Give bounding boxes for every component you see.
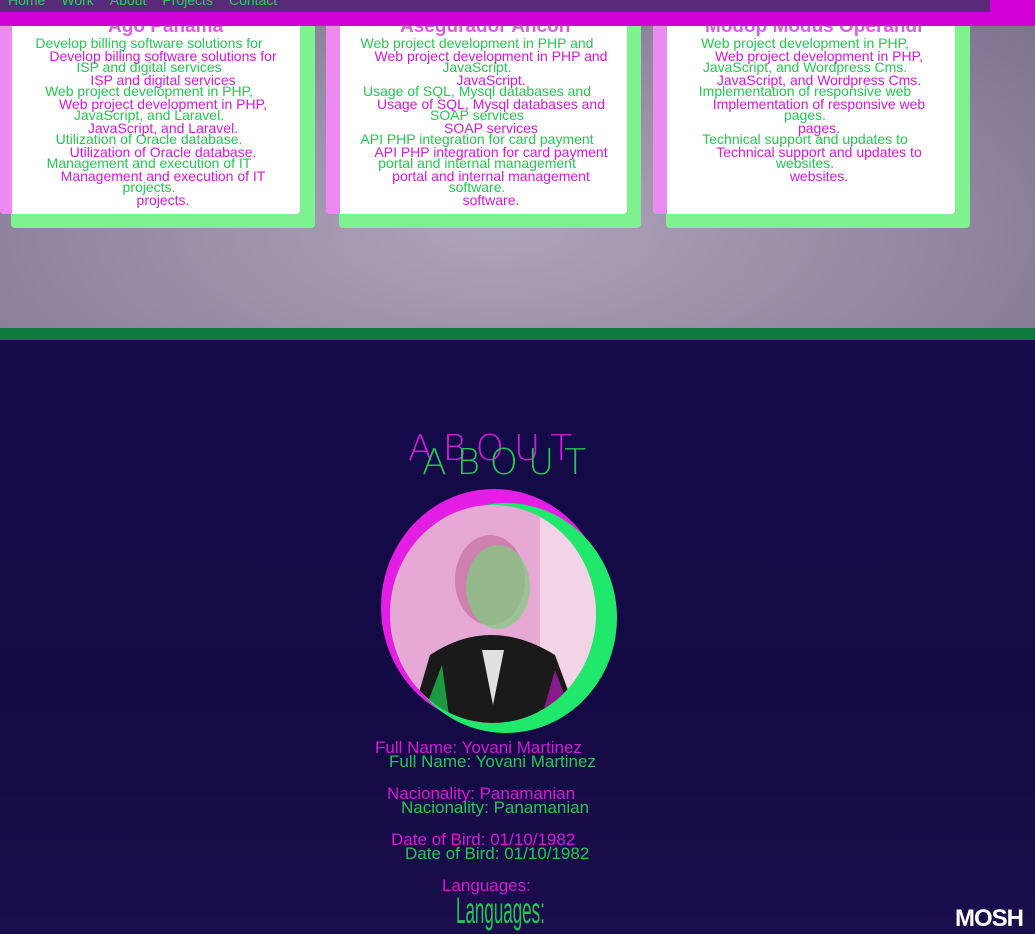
card-description-ghost: Web project development in PHP, JavaScri…	[682, 48, 956, 194]
nav-link-work[interactable]: Work	[61, 0, 93, 8]
card-ghost-overlay	[326, 14, 340, 214]
card-description-ghost: Web project development in PHP and JavaS…	[354, 48, 628, 218]
navbar: Home Work About Projects Contact	[0, 0, 1035, 26]
desc-line: pages.	[797, 120, 841, 136]
desc-line: API PHP integration for card payment	[374, 144, 608, 160]
desc-line: software.	[462, 192, 520, 208]
full-name-ghost: Full Name: Yovani Martinez	[389, 752, 596, 771]
profile-photo	[390, 505, 596, 723]
desc-line: JavaScript, and Wordpress Cms.	[716, 72, 922, 88]
desc-line: JavaScript, and Laravel.	[87, 120, 239, 136]
nav-link-contact[interactable]: Contact	[229, 0, 277, 8]
nav-link-about[interactable]: About	[110, 0, 147, 8]
desc-line: Technical support and updates to	[716, 144, 922, 160]
work-section: Ago Panama Ago Panama Asegurador Ancon A…	[0, 0, 1035, 328]
desc-line: JavaScript.	[456, 72, 526, 88]
desc-line: Utilization of Oracle database.	[69, 144, 257, 160]
section-divider	[0, 328, 1035, 340]
desc-line: Web project development in PHP,	[714, 48, 924, 64]
desc-line: portal and internal management	[392, 168, 590, 184]
portrait-graphic	[390, 505, 596, 723]
desc-line: projects.	[136, 192, 190, 208]
nav-menu: Home Work About Projects Contact	[8, 0, 277, 8]
nav-link-projects[interactable]: Projects	[162, 0, 213, 8]
desc-line: Web project development in PHP,	[58, 96, 268, 112]
desc-line: SOAP services	[444, 120, 538, 136]
birth-date-ghost: Date of Bird: 01/10/1982	[405, 844, 590, 863]
nav-link-home[interactable]: Home	[8, 0, 45, 8]
mosh-watermark: MOSH	[955, 905, 1024, 932]
card-ghost-overlay	[653, 14, 667, 214]
about-heading-ghost: ABOUT	[422, 442, 597, 483]
desc-line: Implementation of responsive web	[712, 96, 926, 112]
card-ghost-overlay	[0, 14, 12, 214]
desc-line: websites.	[789, 168, 849, 184]
desc-line: Develop billing software solutions for	[49, 48, 277, 64]
nationality-ghost: Nacionality: Panamanian	[401, 798, 590, 817]
desc-line: Usage of SQL, Mysql databases and	[376, 96, 606, 112]
languages-label-ghost: Languages:	[456, 890, 545, 932]
desc-line: Management and execution of IT	[60, 168, 266, 184]
desc-line: ISP and digital services	[90, 72, 236, 88]
desc-line: Web project development in PHP and	[374, 48, 608, 64]
card-description-ghost: Develop billing software solutions for I…	[26, 48, 300, 218]
